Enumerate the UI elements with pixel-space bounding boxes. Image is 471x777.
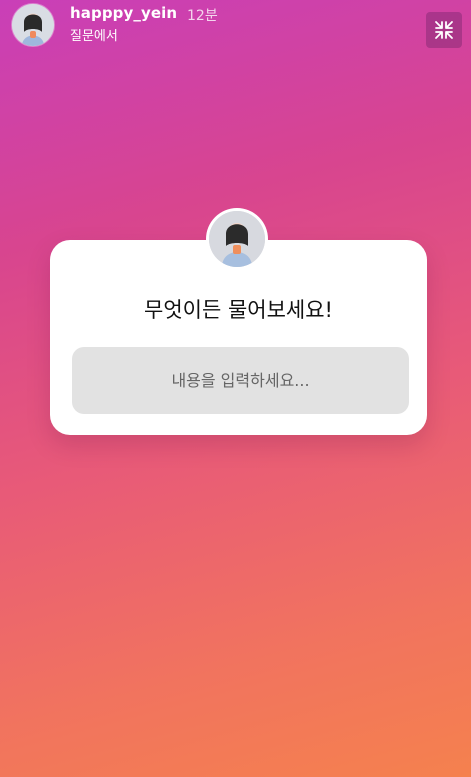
question-title: 무엇이든 물어보세요! [144,298,333,322]
profile-photo-icon [209,211,265,267]
collapse-arrows-icon [435,21,453,39]
question-avatar-wrap [206,208,268,270]
story-username[interactable]: happpy_yein [70,4,177,22]
question-avatar [209,211,265,267]
story-subtitle: 질문에서 [70,29,118,44]
close-button[interactable] [426,12,462,48]
story-timestamp: 12분 [187,8,218,24]
story-header: happpy_yein 12분 질문에서 [12,4,462,48]
header-avatar[interactable] [12,4,54,46]
profile-photo-icon [12,4,54,46]
question-answer-field[interactable] [72,347,409,414]
